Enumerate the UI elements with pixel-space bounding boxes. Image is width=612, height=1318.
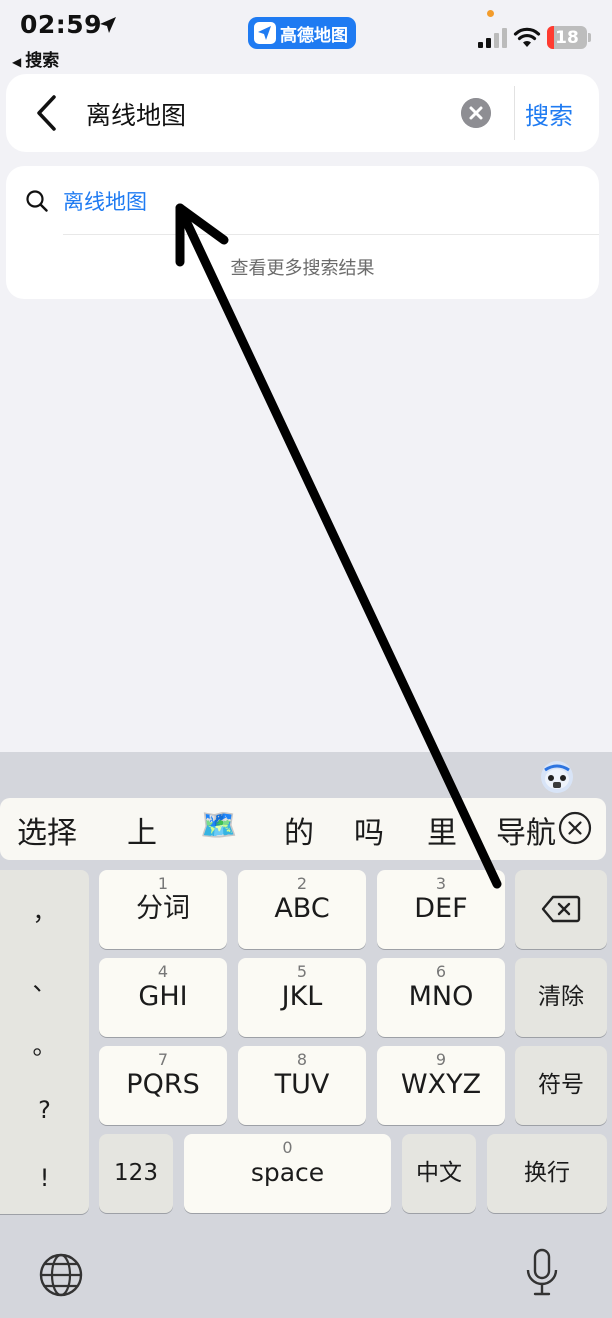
signal-icon (478, 28, 507, 48)
keyboard-toolbar (0, 752, 612, 798)
punct-key[interactable]: ! (0, 1164, 89, 1192)
search-input[interactable] (86, 94, 446, 134)
battery-icon: 18 (547, 26, 587, 49)
battery-level-fill (547, 26, 555, 49)
key-label: 符号 (538, 1072, 584, 1098)
key-5[interactable]: 5 JKL (238, 958, 366, 1037)
key-1[interactable]: 1 分词 (99, 870, 227, 949)
candidate-map-emoji[interactable]: 🗺️ (200, 808, 237, 843)
key-number: 0 (282, 1138, 293, 1157)
key-7[interactable]: 7 PQRS (99, 1046, 227, 1125)
wifi-icon (513, 27, 541, 47)
recording-dot (487, 10, 494, 17)
clear-key[interactable]: 清除 (515, 958, 607, 1037)
key-label: ABC (274, 893, 330, 924)
key-6[interactable]: 6 MNO (377, 958, 505, 1037)
candidate-word[interactable]: 导航 (496, 808, 556, 852)
suggestion-card: 离线地图 查看更多搜索结果 (6, 166, 599, 299)
symbols-key[interactable]: 符号 (515, 1046, 607, 1125)
battery-tip (588, 33, 591, 42)
search-divider (514, 86, 515, 140)
globe-icon[interactable] (38, 1252, 84, 1298)
key-label: 123 (114, 1160, 158, 1186)
candidate-bar: 选择 上 🗺️ 的 吗 里 导航 (0, 798, 606, 860)
punct-key[interactable]: 、 (0, 962, 89, 997)
app-pill-label: 高德地图 (280, 25, 348, 46)
amap-logo-icon (254, 22, 276, 44)
key-number: 5 (296, 962, 308, 981)
key-label: DEF (414, 893, 468, 924)
clear-input-icon[interactable] (461, 98, 491, 128)
candidate-word[interactable]: 选择 (17, 808, 77, 852)
key-label: JKL (281, 981, 323, 1012)
key-4[interactable]: 4 GHI (99, 958, 227, 1037)
key-number: 1 (157, 874, 169, 893)
backspace-key[interactable] (515, 870, 607, 949)
status-bar: 02:59 ◀ 搜索 高德地图 18 (0, 0, 612, 71)
candidate-word[interactable]: 里 (427, 808, 457, 852)
key-number: 2 (296, 874, 308, 893)
key-3[interactable]: 3 DEF (377, 870, 505, 949)
newline-key[interactable]: 换行 (487, 1134, 607, 1213)
microphone-icon[interactable] (524, 1248, 560, 1298)
chinese-key[interactable]: 中文 (402, 1134, 476, 1213)
key-label: 换行 (524, 1160, 570, 1186)
punct-key[interactable]: 。 (0, 1026, 89, 1061)
key-8[interactable]: 8 TUV (238, 1046, 366, 1125)
back-app-label: 搜索 (25, 51, 60, 71)
key-9[interactable]: 9 WXYZ (377, 1046, 505, 1125)
keyboard-bottom-row (0, 1222, 612, 1318)
back-chevron-icon[interactable] (34, 94, 62, 132)
assistant-robot-icon[interactable] (540, 760, 574, 794)
key-number: 8 (296, 1050, 308, 1069)
punct-key[interactable]: ， (0, 892, 89, 927)
space-key[interactable]: 0 space (184, 1134, 391, 1213)
battery-percent: 18 (555, 27, 579, 48)
key-label: GHI (138, 981, 188, 1012)
punct-key[interactable]: ? (0, 1096, 89, 1124)
key-label: WXYZ (400, 1069, 482, 1100)
candidate-word[interactable]: 的 (284, 808, 314, 852)
key-number: 6 (435, 962, 447, 981)
search-button[interactable]: 搜索 (525, 96, 573, 131)
candidate-word[interactable]: 吗 (354, 808, 384, 852)
key-label: 分词 (136, 893, 190, 924)
key-label: 中文 (416, 1160, 462, 1186)
more-results-link[interactable]: 查看更多搜索结果 (6, 254, 599, 280)
search-icon (26, 190, 48, 212)
close-candidates-icon[interactable] (558, 811, 592, 845)
punctuation-column: ， 、 。 ? ! (0, 870, 89, 1214)
key-number: 7 (157, 1050, 169, 1069)
key-label: PQRS (126, 1069, 200, 1100)
key-label: space (250, 1158, 325, 1187)
key-label: MNO (408, 981, 474, 1012)
suggestion-text: 离线地图 (63, 190, 147, 214)
key-number: 4 (157, 962, 169, 981)
search-bar: 搜索 (6, 74, 599, 152)
key-label: 清除 (538, 984, 584, 1010)
key-number: 9 (435, 1050, 447, 1069)
suggestion-item[interactable]: 离线地图 (6, 166, 599, 234)
app-pill[interactable]: 高德地图 (248, 17, 356, 49)
backspace-icon (541, 895, 581, 923)
location-arrow-icon (100, 17, 116, 33)
key-2[interactable]: 2 ABC (238, 870, 366, 949)
numbers-key[interactable]: 123 (99, 1134, 173, 1213)
clock: 02:59 (20, 10, 103, 39)
back-triangle-icon: ◀ (12, 55, 22, 69)
key-label: TUV (274, 1069, 330, 1100)
suggestion-divider (63, 234, 599, 235)
candidate-word[interactable]: 上 (127, 808, 157, 852)
back-to-app-link[interactable]: ◀ 搜索 (12, 46, 59, 71)
keyboard: 选择 上 🗺️ 的 吗 里 导航 ， 、 。 ? ! 1 分词 2 ABC 3 … (0, 752, 612, 1318)
key-number: 3 (435, 874, 447, 893)
